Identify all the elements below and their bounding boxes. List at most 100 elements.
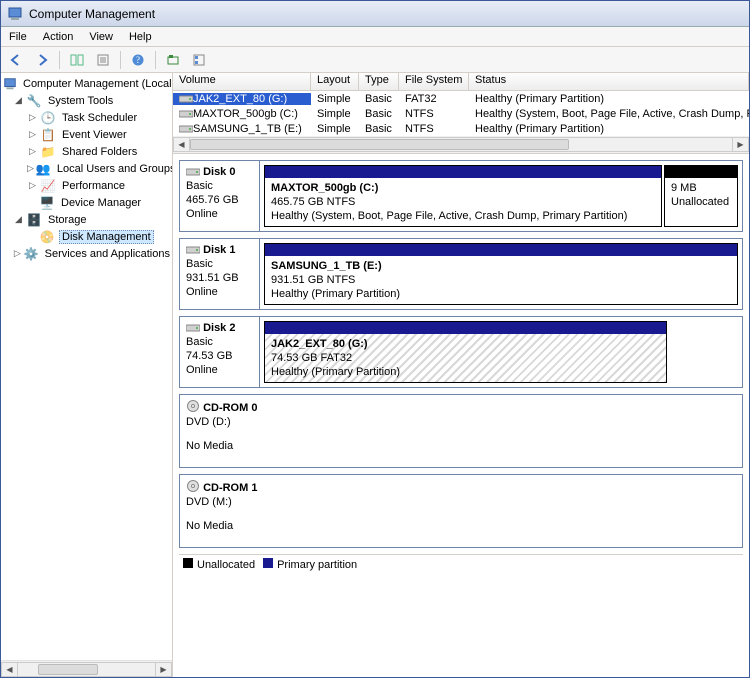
scroll-thumb[interactable]: [190, 139, 569, 150]
disk-2[interactable]: Disk 2 Basic 74.53 GB Online JAK2_EXT_80…: [179, 316, 743, 388]
scroll-right-button[interactable]: ▶: [732, 137, 749, 152]
cdrom-0[interactable]: CD-ROM 0 DVD (D:) No Media: [179, 394, 743, 468]
nav-tree[interactable]: Computer Management (Local ◢ 🔧 System To…: [1, 73, 173, 677]
partition-bar: [665, 166, 737, 178]
tree-local-users[interactable]: ▷ 👥 Local Users and Groups: [3, 160, 172, 177]
scroll-left-button[interactable]: ◀: [1, 662, 18, 677]
cell-fs: FAT32: [399, 93, 469, 105]
disk-info: Disk 0 Basic 465.76 GB Online: [180, 161, 260, 231]
cell-volume: JAK2_EXT_80 (G:): [173, 93, 311, 105]
tree-disk-management[interactable]: 📀 Disk Management: [3, 228, 172, 245]
tree-task-scheduler[interactable]: ▷ 🕒 Task Scheduler: [3, 109, 172, 126]
col-layout[interactable]: Layout: [311, 73, 359, 91]
cell-type: Basic: [359, 123, 399, 135]
partition-e[interactable]: SAMSUNG_1_TB (E:) 931.51 GB NTFS Healthy…: [264, 243, 738, 305]
tree-performance[interactable]: ▷ 📈 Performance: [3, 177, 172, 194]
volume-hscrollbar[interactable]: ◀ ▶: [173, 136, 749, 153]
tools-icon: 🔧: [26, 93, 42, 109]
col-type[interactable]: Type: [359, 73, 399, 91]
tree-hscrollbar[interactable]: ◀ ▶: [1, 660, 172, 677]
tree-system-tools[interactable]: ◢ 🔧 System Tools: [3, 92, 172, 109]
disk-info: CD-ROM 1 DVD (M:) No Media: [180, 475, 742, 547]
show-hide-tree-button[interactable]: [66, 49, 88, 71]
expand-icon[interactable]: ▷: [27, 129, 38, 140]
event-icon: 📋: [40, 127, 56, 143]
cell-fs: NTFS: [399, 123, 469, 135]
partition-g[interactable]: JAK2_EXT_80 (G:) 74.53 GB FAT32 Healthy …: [264, 321, 667, 383]
legend-primary: Primary partition: [263, 558, 357, 571]
clock-icon: 🕒: [40, 110, 56, 126]
scroll-track[interactable]: [18, 662, 155, 677]
tree-root[interactable]: Computer Management (Local: [3, 75, 172, 92]
menu-help[interactable]: Help: [129, 31, 152, 43]
hdd-icon: Disk 2: [186, 321, 253, 335]
app-icon: [7, 6, 23, 22]
tree-shared-folders[interactable]: ▷ 📁 Shared Folders: [3, 143, 172, 160]
svg-text:?: ?: [136, 55, 140, 65]
menubar: File Action View Help: [1, 27, 749, 47]
scroll-track[interactable]: [190, 137, 732, 152]
cdrom-1[interactable]: CD-ROM 1 DVD (M:) No Media: [179, 474, 743, 548]
window: Computer Management File Action View Hel…: [0, 0, 750, 678]
col-status[interactable]: Status: [469, 73, 749, 91]
volume-row[interactable]: SAMSUNG_1_TB (E:)SimpleBasicNTFSHealthy …: [173, 121, 749, 136]
disk-partitions: SAMSUNG_1_TB (E:) 931.51 GB NTFS Healthy…: [260, 239, 742, 309]
menu-action[interactable]: Action: [43, 31, 74, 43]
drive-icon: [179, 123, 193, 135]
cell-fs: NTFS: [399, 108, 469, 120]
col-volume[interactable]: Volume: [173, 73, 311, 91]
folder-icon: 📁: [40, 144, 56, 160]
disk-0[interactable]: Disk 0 Basic 465.76 GB Online MAXTOR_500…: [179, 160, 743, 232]
menu-view[interactable]: View: [89, 31, 113, 43]
cd-icon: CD-ROM 1: [186, 479, 736, 495]
storage-icon: 🗄️: [26, 212, 42, 228]
volume-row[interactable]: JAK2_EXT_80 (G:)SimpleBasicFAT32Healthy …: [173, 91, 749, 106]
tree-services-apps[interactable]: ▷ ⚙️ Services and Applications: [3, 245, 172, 262]
titlebar[interactable]: Computer Management: [1, 1, 749, 27]
volume-row[interactable]: MAXTOR_500gb (C:)SimpleBasicNTFSHealthy …: [173, 106, 749, 121]
collapse-icon[interactable]: ◢: [13, 214, 24, 225]
col-fs[interactable]: File System: [399, 73, 469, 91]
list-button[interactable]: [188, 49, 210, 71]
back-button[interactable]: [5, 49, 27, 71]
toolbar-separator: [120, 51, 121, 69]
toolbar-separator: [59, 51, 60, 69]
collapse-icon[interactable]: ◢: [13, 95, 24, 106]
cell-status: Healthy (System, Boot, Page File, Active…: [469, 108, 749, 120]
swatch-blue: [263, 558, 273, 568]
expand-icon[interactable]: ▷: [27, 180, 38, 191]
help-button[interactable]: ?: [127, 49, 149, 71]
partition-c[interactable]: MAXTOR_500gb (C:) 465.75 GB NTFS Healthy…: [264, 165, 662, 227]
scroll-left-button[interactable]: ◀: [173, 137, 190, 152]
refresh-button[interactable]: [162, 49, 184, 71]
tree-storage[interactable]: ◢ 🗄️ Storage: [3, 211, 172, 228]
expand-icon[interactable]: ▷: [27, 112, 38, 123]
cd-icon: CD-ROM 0: [186, 399, 736, 415]
properties-button[interactable]: [92, 49, 114, 71]
partition-bar: [265, 244, 737, 256]
expand-icon[interactable]: ▷: [27, 146, 38, 157]
menu-file[interactable]: File: [9, 31, 27, 43]
tree-event-viewer[interactable]: ▷ 📋 Event Viewer: [3, 126, 172, 143]
drive-icon: [179, 108, 193, 120]
scroll-right-button[interactable]: ▶: [155, 662, 172, 677]
cell-layout: Simple: [311, 93, 359, 105]
partition-unallocated[interactable]: 9 MB Unallocated: [664, 165, 738, 227]
disk-1[interactable]: Disk 1 Basic 931.51 GB Online SAMSUNG_1_…: [179, 238, 743, 310]
expand-icon[interactable]: ▷: [27, 163, 34, 174]
legend-unallocated: Unallocated: [183, 558, 255, 571]
expand-icon[interactable]: ▷: [13, 248, 22, 259]
disk-graphical-view[interactable]: Disk 0 Basic 465.76 GB Online MAXTOR_500…: [173, 154, 749, 677]
disk-icon: 📀: [39, 229, 55, 245]
cell-type: Basic: [359, 93, 399, 105]
device-icon: 🖥️: [39, 195, 55, 211]
volume-list[interactable]: Volume Layout Type File System Status JA…: [173, 73, 749, 154]
volume-header[interactable]: Volume Layout Type File System Status: [173, 73, 749, 91]
forward-button[interactable]: [31, 49, 53, 71]
partition-bar: [265, 166, 661, 178]
computer-mgmt-icon: [3, 76, 17, 92]
hdd-icon: Disk 0: [186, 165, 253, 179]
tree-device-manager[interactable]: 🖥️ Device Manager: [3, 194, 172, 211]
scroll-thumb[interactable]: [38, 664, 98, 675]
legend: Unallocated Primary partition: [179, 554, 743, 574]
